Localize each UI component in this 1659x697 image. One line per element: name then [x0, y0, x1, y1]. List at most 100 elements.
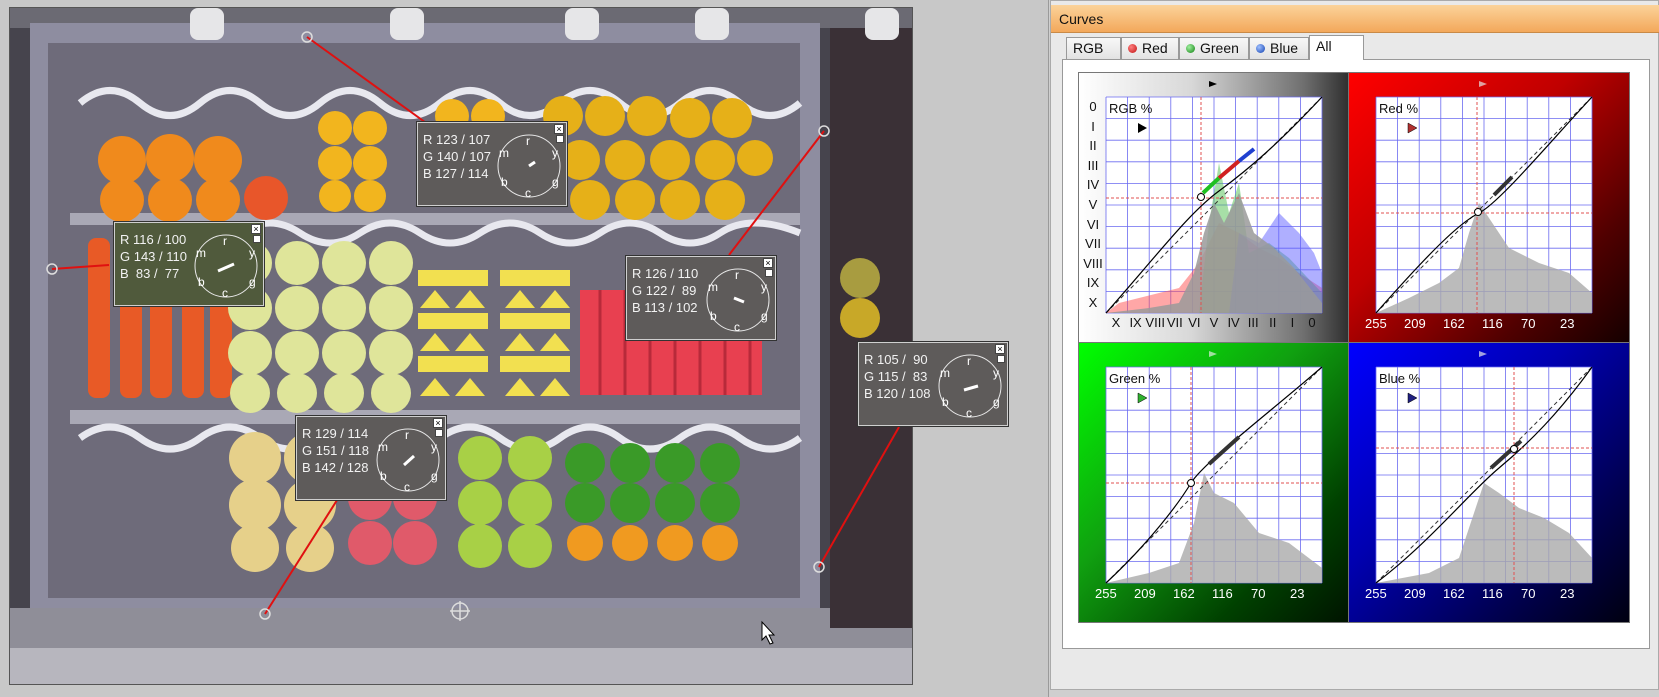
zone-label: I — [1091, 118, 1095, 134]
green-curve-graph[interactable]: Green % 255 209 162 116 70 23 — [1078, 342, 1360, 623]
svg-text:y: y — [249, 246, 255, 260]
svg-text:c: c — [966, 406, 972, 420]
svg-text:m: m — [499, 146, 509, 160]
probe-red-value: R 123 / 107 — [423, 132, 491, 147]
value-tick-label: 116 — [1482, 586, 1503, 601]
color-probe-5[interactable]: × R 129 / 114 G 151 / 118 B 142 / 128 rygc… — [296, 416, 446, 500]
tab-green[interactable]: Green — [1179, 37, 1249, 59]
value-tick-label: 23 — [1290, 586, 1305, 601]
probe-blue-value: B 83 / 77 — [120, 266, 180, 281]
value-tick-label: 70 — [1521, 316, 1536, 331]
tab-red[interactable]: Red — [1121, 37, 1179, 59]
value-tick-label: 162 — [1173, 586, 1195, 601]
value-tick-label: 209 — [1134, 586, 1156, 601]
hue-dial-icon: r y g c b m — [938, 354, 1002, 420]
image-canvas-area[interactable]: × R 123 / 107 G 140 / 107 B 127 / 114 rygc… — [0, 0, 1049, 697]
svg-text:g: g — [761, 309, 768, 323]
zone-label: VI — [1086, 216, 1100, 232]
svg-text:y: y — [552, 146, 558, 160]
svg-text:m: m — [940, 366, 950, 380]
value-tick-label: 255 — [1365, 316, 1387, 331]
svg-text:b: b — [942, 395, 949, 409]
svg-text:b: b — [710, 309, 717, 323]
zone-label: 0 — [1308, 315, 1316, 330]
value-tick-label: 70 — [1251, 586, 1266, 601]
tab-all[interactable]: All — [1309, 35, 1364, 60]
curves-titlebar[interactable]: Curves — [1051, 5, 1659, 33]
zone-label: IX — [1086, 275, 1100, 291]
svg-text:b: b — [380, 469, 387, 483]
blue-curve-graph[interactable]: Blue % 255 209 162 116 70 23 — [1348, 342, 1630, 623]
hue-dial-icon: r y g c b m — [194, 234, 258, 300]
probe-values: R 116 / 100 G 143 / 110 B 83 / 77 — [120, 231, 187, 282]
value-tick-label: 209 — [1404, 316, 1426, 331]
rgb-graph-label: RGB % — [1109, 101, 1153, 116]
zone-label: X — [1088, 295, 1098, 310]
svg-text:m: m — [378, 440, 388, 454]
probe-red-value: R 116 / 100 — [120, 232, 187, 247]
value-tick-label: 255 — [1365, 586, 1387, 601]
color-probe-2[interactable]: × R 116 / 100 G 143 / 110 B 83 / 77 rygcbm — [114, 222, 264, 306]
probe-blue-value: B 127 / 114 — [423, 166, 489, 181]
zone-label: VIII — [1083, 255, 1103, 271]
green-graph-label: Green % — [1109, 371, 1161, 386]
svg-text:y: y — [431, 440, 437, 454]
color-probe-3[interactable]: × R 126 / 110 G 122 / 89 B 113 / 102 rygcb… — [626, 256, 776, 340]
rgb-curve-graph[interactable]: RGB % 0 I II III IV V VI VII VIII IX X X IX VIII VII V… — [1078, 72, 1360, 353]
value-tick-label: 255 — [1095, 586, 1117, 601]
svg-text:b: b — [501, 175, 508, 189]
probe-values: R 105 / 90 G 115 / 83 B 120 / 108 — [864, 351, 931, 402]
fruit-display-photo[interactable] — [9, 7, 913, 685]
red-curve-graph[interactable]: Red % 255 209 162 116 70 23 — [1348, 72, 1630, 353]
zone-label: 0 — [1089, 99, 1097, 114]
value-tick-label: 23 — [1560, 586, 1575, 601]
probe-blue-value: B 113 / 102 — [632, 300, 698, 315]
probe-red-value: R 126 / 110 — [632, 266, 699, 281]
svg-text:r: r — [405, 428, 409, 442]
tab-blue[interactable]: Blue — [1249, 37, 1309, 59]
svg-text:g: g — [552, 175, 559, 189]
tab-rgb[interactable]: RGB — [1066, 37, 1121, 59]
svg-text:m: m — [708, 280, 718, 294]
probe-green-value: G 151 / 118 — [302, 443, 369, 458]
color-probe-1[interactable]: × R 123 / 107 G 140 / 107 B 127 / 114 rygc… — [417, 122, 567, 206]
probe-red-value: R 105 / 90 — [864, 352, 928, 367]
probe-values: R 126 / 110 G 122 / 89 B 113 / 102 — [632, 265, 698, 316]
dial-letter: r — [526, 134, 530, 148]
red-dot-icon — [1128, 44, 1137, 53]
probe-green-value: G 140 / 107 — [423, 149, 491, 164]
svg-text:y: y — [993, 366, 999, 380]
app-root: × R 123 / 107 G 140 / 107 B 127 / 114 rygc… — [0, 0, 1659, 697]
svg-text:m: m — [196, 246, 206, 260]
svg-text:c: c — [734, 320, 740, 334]
svg-text:c: c — [525, 186, 531, 200]
hue-dial-icon: r y g c b m — [706, 268, 770, 334]
value-tick-label: 209 — [1404, 586, 1426, 601]
value-tick-label: 116 — [1482, 316, 1503, 331]
zone-label: II — [1089, 138, 1097, 154]
svg-text:g: g — [431, 469, 438, 483]
value-tick-label: 70 — [1521, 586, 1536, 601]
curves-panel: Curves RGB Red Green Blue All RGB % 0 I … — [1050, 0, 1659, 690]
svg-text:g: g — [249, 275, 256, 289]
color-probe-4[interactable]: × R 105 / 90 G 115 / 83 B 120 / 108 rygcbm — [858, 342, 1008, 426]
zone-label: VII — [1085, 236, 1101, 252]
value-tick-label: 116 — [1212, 586, 1233, 601]
probe-green-value: G 122 / 89 — [632, 283, 697, 298]
svg-text:r: r — [967, 354, 971, 368]
zone-label: V — [1088, 197, 1098, 212]
probe-values: R 123 / 107 G 140 / 107 B 127 / 114 — [423, 131, 491, 182]
value-tick-label: 162 — [1443, 586, 1465, 601]
probe-green-value: G 143 / 110 — [120, 249, 187, 264]
svg-text:g: g — [993, 395, 1000, 409]
svg-text:r: r — [735, 268, 739, 282]
svg-text:y: y — [761, 280, 767, 294]
probe-green-value: G 115 / 83 — [864, 369, 928, 384]
svg-text:c: c — [222, 286, 228, 300]
probe-blue-value: B 142 / 128 — [302, 460, 369, 475]
photo-illustration — [10, 8, 912, 684]
probe-red-value: R 129 / 114 — [302, 426, 369, 441]
curves-graphs-area: RGB % 0 I II III IV V VI VII VIII IX X X IX VIII VII V… — [1062, 59, 1650, 649]
zone-label: III — [1087, 157, 1099, 173]
hue-dial-icon: r y g c b m — [497, 134, 561, 200]
